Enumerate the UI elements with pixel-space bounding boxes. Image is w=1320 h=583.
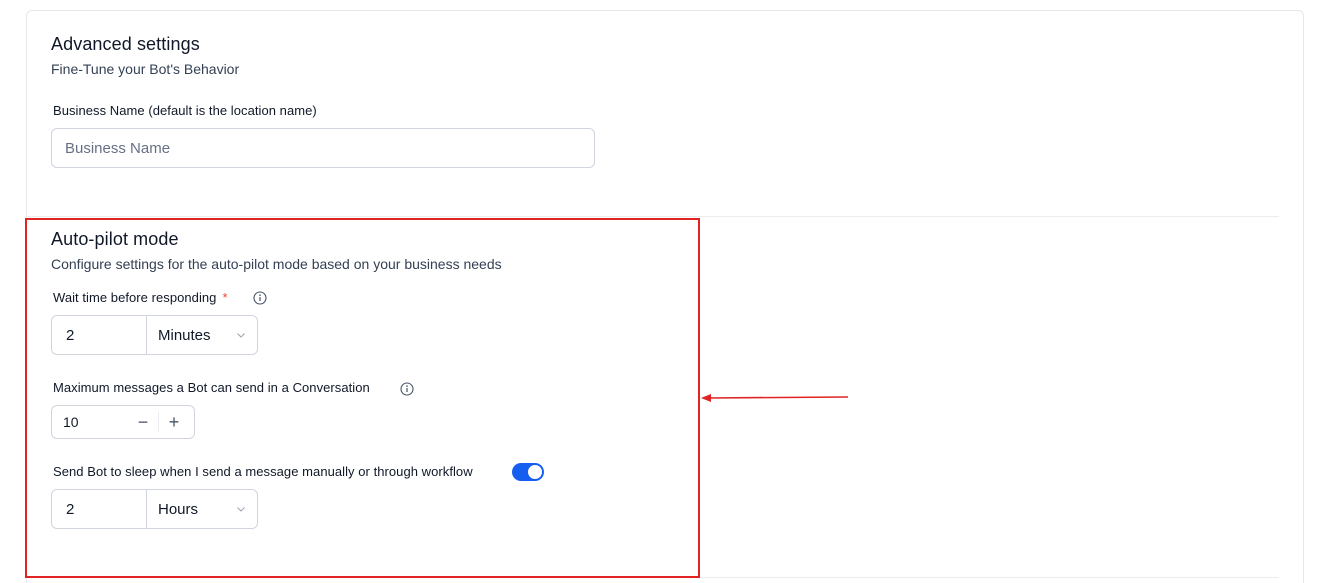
annotation-highlight-box bbox=[25, 218, 700, 578]
advanced-settings-title: Advanced settings bbox=[51, 34, 200, 54]
annotation-arrow-icon bbox=[701, 394, 849, 402]
business-name-label: Business Name (default is the location n… bbox=[53, 103, 317, 118]
advanced-settings-subtitle: Fine-Tune your Bot's Behavior bbox=[51, 61, 240, 77]
business-name-input[interactable] bbox=[51, 128, 595, 168]
section-divider bbox=[26, 216, 1279, 217]
